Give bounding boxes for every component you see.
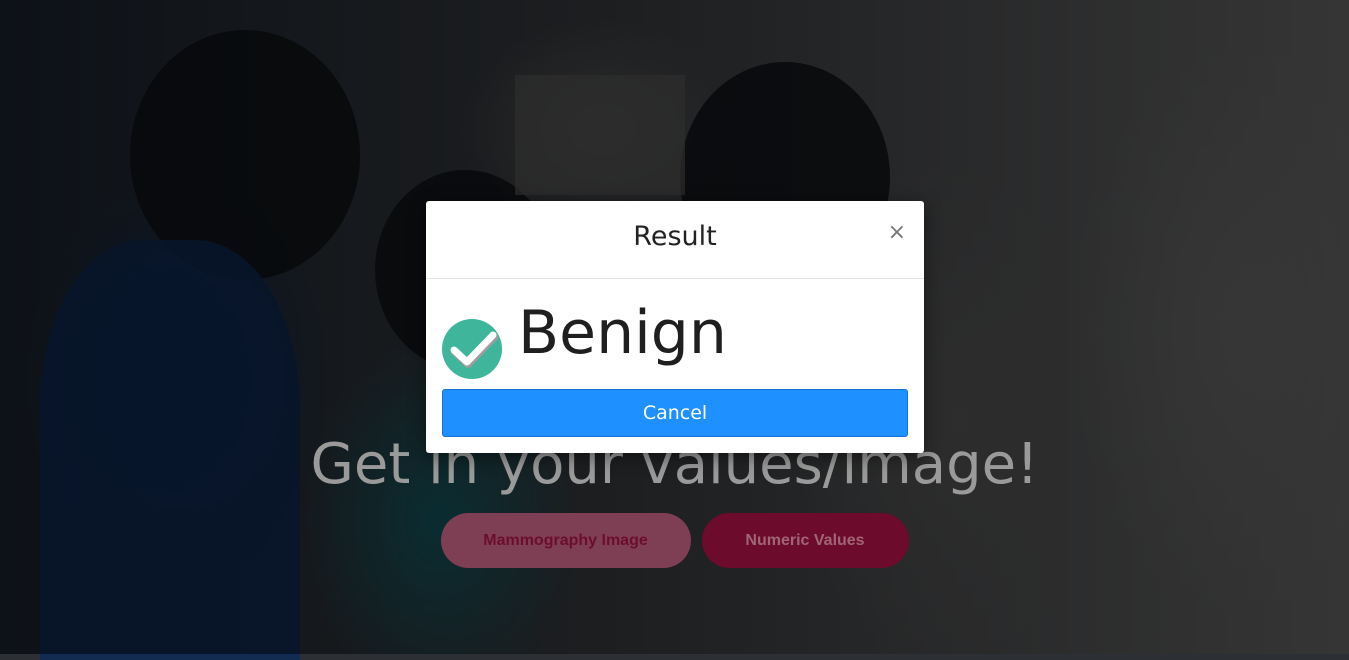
modal-title: Result [633, 221, 717, 252]
hero-button-group: Mammography Image Numeric Values [0, 513, 1349, 568]
mammography-image-button[interactable]: Mammography Image [440, 513, 691, 568]
modal-header: Result × [426, 201, 924, 279]
cancel-button[interactable]: Cancel [442, 389, 908, 437]
result-modal: Result × Benign Cancel [426, 201, 924, 453]
check-circle-icon [442, 319, 502, 379]
close-icon[interactable]: × [884, 218, 910, 248]
numeric-values-button[interactable]: Numeric Values [701, 513, 909, 568]
result-label: Benign [518, 298, 727, 368]
